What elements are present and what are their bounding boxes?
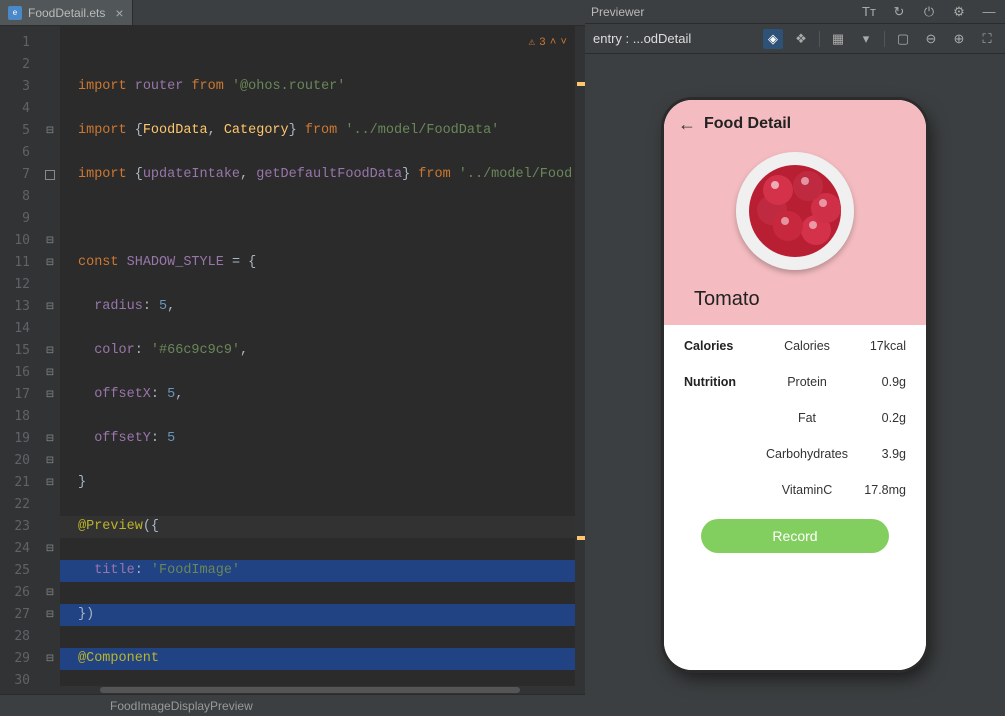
- fullscreen-icon[interactable]: ⛶: [977, 29, 997, 49]
- warning-indicator[interactable]: ⚠ 3 ˄ ˅: [529, 32, 567, 54]
- previewer-pane: Previewer Tᴛ ↻ ⏻ ⚙ — entry : ...odDetail…: [585, 0, 1005, 716]
- close-icon[interactable]: ×: [115, 5, 123, 21]
- inspect-icon[interactable]: ◈: [763, 29, 783, 49]
- nutrition-row: Fat 0.2g: [684, 411, 906, 425]
- food-name: Tomato: [694, 288, 760, 310]
- nutrition-row: Carbohydrates 3.9g: [684, 447, 906, 461]
- record-button[interactable]: Record: [701, 519, 889, 553]
- breadcrumb-label: FoodImageDisplayPreview: [110, 699, 253, 713]
- page-title: Food Detail: [704, 115, 791, 133]
- editor-tab[interactable]: e FoodDetail.ets ×: [0, 0, 133, 25]
- warning-count: 3: [539, 32, 546, 54]
- chevron-up-icon[interactable]: ˄: [550, 32, 557, 54]
- code-area[interactable]: ⚠ 3 ˄ ˅ import router from '@ohos.router…: [60, 26, 575, 686]
- gear-icon[interactable]: ⚙: [949, 2, 969, 22]
- breadcrumb: FoodImageDisplayPreview: [0, 694, 585, 716]
- editor-body: 12345 678910 1112131415 1617181920 21222…: [0, 26, 585, 686]
- nutrition-panel: Calories Calories 17kcal Nutrition Prote…: [664, 325, 926, 670]
- editor-marker-strip[interactable]: [575, 26, 585, 686]
- food-image: [736, 152, 854, 270]
- layers-icon[interactable]: ❖: [791, 29, 811, 49]
- rotate-icon[interactable]: ▢: [893, 29, 913, 49]
- tab-filename: FoodDetail.ets: [28, 6, 105, 20]
- editor-tab-bar: e FoodDetail.ets ×: [0, 0, 585, 26]
- nutrition-row: Nutrition Protein 0.9g: [684, 375, 906, 389]
- entry-label: entry : ...odDetail: [593, 31, 691, 46]
- grid-icon[interactable]: ▦: [828, 29, 848, 49]
- refresh-icon[interactable]: ↻: [889, 2, 909, 22]
- preview-stage: ← Food Detail Tomato Calories Calories 1…: [585, 54, 1005, 716]
- line-number-gutter: 12345 678910 1112131415 1617181920 21222…: [0, 26, 40, 686]
- nutrition-row: Calories Calories 17kcal: [684, 339, 906, 353]
- font-size-icon[interactable]: Tᴛ: [859, 2, 879, 22]
- warning-icon: ⚠: [529, 32, 536, 54]
- chevron-down-icon[interactable]: ▾: [856, 29, 876, 49]
- chevron-down-icon[interactable]: ˅: [560, 32, 567, 54]
- power-icon[interactable]: ⏻: [919, 2, 939, 22]
- editor-pane: e FoodDetail.ets × 12345 678910 11121314…: [0, 0, 585, 716]
- app-header: ← Food Detail Tomato: [664, 100, 926, 325]
- zoom-in-icon[interactable]: ⊕: [949, 29, 969, 49]
- fold-column: ⊟ ⊟ ⊟⊟⊟ ⊟⊟⊟⊟ ⊟⊟ ⊟⊟⊟: [40, 26, 60, 686]
- nutrition-row: VitaminC 17.8mg: [684, 483, 906, 497]
- ets-file-icon: e: [8, 6, 22, 20]
- previewer-titlebar: Previewer Tᴛ ↻ ⏻ ⚙ —: [585, 0, 1005, 24]
- previewer-title: Previewer: [591, 5, 644, 19]
- horizontal-scrollbar[interactable]: [0, 686, 585, 694]
- previewer-toolbar: entry : ...odDetail ◈ ❖ ▦ ▾ ▢ ⊖ ⊕ ⛶: [585, 24, 1005, 54]
- zoom-out-icon[interactable]: ⊖: [921, 29, 941, 49]
- back-icon[interactable]: ←: [678, 114, 696, 135]
- bookmark-icon: [45, 170, 55, 180]
- device-frame: ← Food Detail Tomato Calories Calories 1…: [664, 100, 926, 670]
- minimize-icon[interactable]: —: [979, 2, 999, 22]
